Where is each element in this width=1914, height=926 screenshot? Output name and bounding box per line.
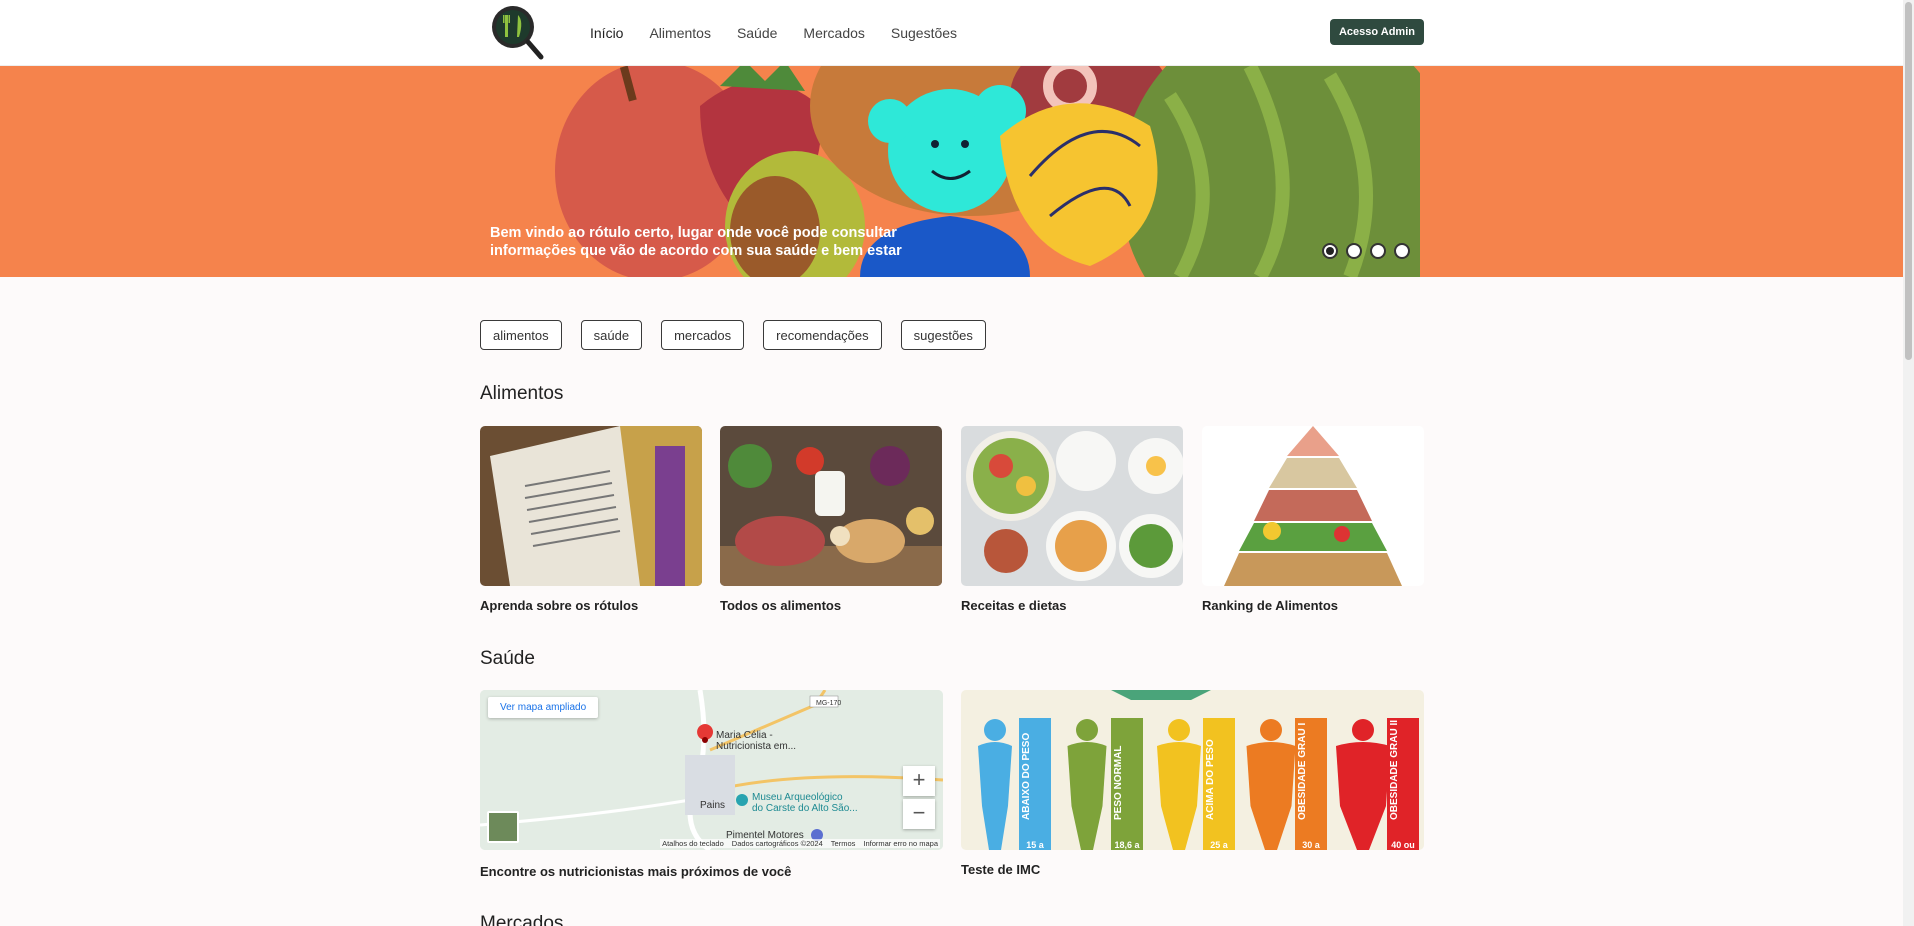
admin-access-button[interactable]: Acesso Admin: [1330, 19, 1424, 45]
map-place-museum-line1: Museu Arqueológico: [752, 792, 843, 803]
card-nutricionistas-label: Encontre os nutricionistas mais próximos…: [480, 864, 792, 879]
page-scrollbar[interactable]: [1903, 0, 1914, 926]
card-ranking[interactable]: Ranking de Alimentos: [1202, 426, 1424, 613]
logo-icon[interactable]: [488, 3, 546, 61]
map-footer: Atalhos do teclado Dados cartográficos ©…: [660, 839, 940, 848]
alimentos-section-title: Alimentos: [480, 383, 564, 404]
chip-mercados[interactable]: mercados: [661, 320, 745, 350]
chip-recomendacoes[interactable]: recomendações: [763, 320, 882, 350]
carousel-dot-1[interactable]: [1322, 243, 1338, 259]
top-navbar: Início Alimentos Saúde Mercados Sugestõe…: [0, 0, 1903, 66]
chip-sugestoes[interactable]: sugestões: [900, 320, 986, 350]
imc-category-4: OBESIDADE GRAU I 30 a: [1243, 716, 1331, 850]
imc-category-value: 25 a: [1210, 840, 1228, 850]
map-place-museum-line2: do Carste do Alto São...: [752, 803, 858, 814]
card-nutricionistas: Ver mapa ampliado MG-170 Maria Célia - N…: [480, 690, 943, 879]
nutritionist-map[interactable]: Ver mapa ampliado MG-170 Maria Célia - N…: [480, 690, 943, 850]
map-place-museum[interactable]: Museu Arqueológico do Carste do Alto São…: [752, 792, 858, 814]
map-report-error-link[interactable]: Informar erro no mapa: [863, 839, 938, 848]
imc-image: ABAIXO DO PESO 15 a PESO NORMAL 18,6 a ACI…: [961, 690, 1424, 850]
card-receitas-label: Receitas e dietas: [961, 598, 1067, 613]
imc-category-value: 30 a: [1302, 840, 1320, 850]
carousel-dot-3[interactable]: [1370, 243, 1386, 259]
map-satellite-toggle[interactable]: [487, 811, 519, 843]
ranking-image: [1202, 426, 1424, 586]
mercados-section-title: Mercados: [480, 913, 564, 926]
card-imc[interactable]: ABAIXO DO PESO 15 a PESO NORMAL 18,6 a ACI…: [961, 690, 1424, 877]
nav-sugestoes[interactable]: Sugestões: [891, 25, 957, 41]
chip-saude[interactable]: saúde: [580, 320, 643, 350]
hero-caption-line-2: informações que vão de acordo com sua sa…: [490, 243, 902, 259]
carousel-indicators: [1322, 243, 1410, 259]
receitas-image: [961, 426, 1183, 586]
imc-category-1: ABAIXO DO PESO 15 a: [967, 716, 1055, 850]
carousel-dot-4[interactable]: [1394, 243, 1410, 259]
map-zoom-out-button[interactable]: −: [903, 799, 935, 829]
saude-section-title: Saúde: [480, 648, 535, 669]
map-zoom-in-button[interactable]: +: [903, 766, 935, 796]
card-ranking-label: Ranking de Alimentos: [1202, 598, 1339, 613]
imc-category-label: PESO NORMAL: [1113, 745, 1124, 820]
main-nav: Início Alimentos Saúde Mercados Sugestõe…: [590, 0, 957, 66]
category-filters: alimentos saúde mercados recomendações s…: [480, 320, 986, 350]
imc-category-label: ABAIXO DO PESO: [1021, 732, 1032, 820]
nav-mercados[interactable]: Mercados: [803, 25, 864, 41]
imc-category-label: OBESIDADE GRAU II: [1389, 719, 1400, 820]
imc-category-value: 18,6 a: [1114, 840, 1140, 850]
imc-category-value: 15 a: [1026, 840, 1044, 850]
card-rotulos[interactable]: Aprenda sobre os rótulos: [480, 426, 702, 613]
card-imc-label: Teste de IMC: [961, 862, 1041, 877]
map-place-nutritionist[interactable]: Maria Célia - Nutricionista em...: [716, 730, 796, 752]
imc-category-2: PESO NORMAL 18,6 a: [1059, 716, 1147, 850]
card-todos-alimentos-label: Todos os alimentos: [720, 598, 842, 613]
nav-inicio[interactable]: Início: [590, 25, 623, 41]
scrollbar-thumb[interactable]: [1905, 2, 1912, 360]
card-rotulos-label: Aprenda sobre os rótulos: [480, 598, 639, 613]
hero-caption-line-1: Bem vindo ao rótulo certo, lugar onde vo…: [490, 225, 897, 241]
nav-alimentos[interactable]: Alimentos: [649, 25, 710, 41]
map-place-nutritionist-line1: Maria Célia -: [716, 730, 773, 741]
imc-category-3: ACIMA DO PESO 25 a: [1151, 716, 1239, 850]
imc-category-value: 40 ou: [1391, 840, 1415, 850]
hero-carousel: Bem vindo ao rótulo certo, lugar onde vo…: [0, 66, 1903, 277]
map-place-nutritionist-line2: Nutricionista em...: [716, 741, 797, 752]
view-larger-map-link[interactable]: Ver mapa ampliado: [488, 697, 599, 718]
imc-category-label: OBESIDADE GRAU I: [1297, 722, 1308, 820]
rotulos-image: [480, 426, 702, 586]
chip-alimentos[interactable]: alimentos: [480, 320, 562, 350]
todos-alimentos-image: [720, 426, 942, 586]
carousel-dot-2[interactable]: [1346, 243, 1362, 259]
imc-category-label: ACIMA DO PESO: [1205, 739, 1216, 820]
map-road-label: MG-170: [816, 700, 842, 707]
hero-caption: Bem vindo ao rótulo certo, lugar onde vo…: [490, 224, 920, 260]
map-terms-link[interactable]: Termos: [831, 839, 856, 848]
map-data-credit: Dados cartográficos ©2024: [731, 839, 823, 848]
card-todos-alimentos[interactable]: Todos os alimentos: [720, 426, 942, 613]
map-keyboard-shortcuts[interactable]: Atalhos do teclado: [662, 839, 724, 848]
imc-category-5: OBESIDADE GRAU II 40 ou: [1335, 716, 1423, 850]
card-receitas[interactable]: Receitas e dietas: [961, 426, 1183, 613]
nav-saude[interactable]: Saúde: [737, 25, 777, 41]
map-town-label: Pains: [700, 800, 726, 811]
